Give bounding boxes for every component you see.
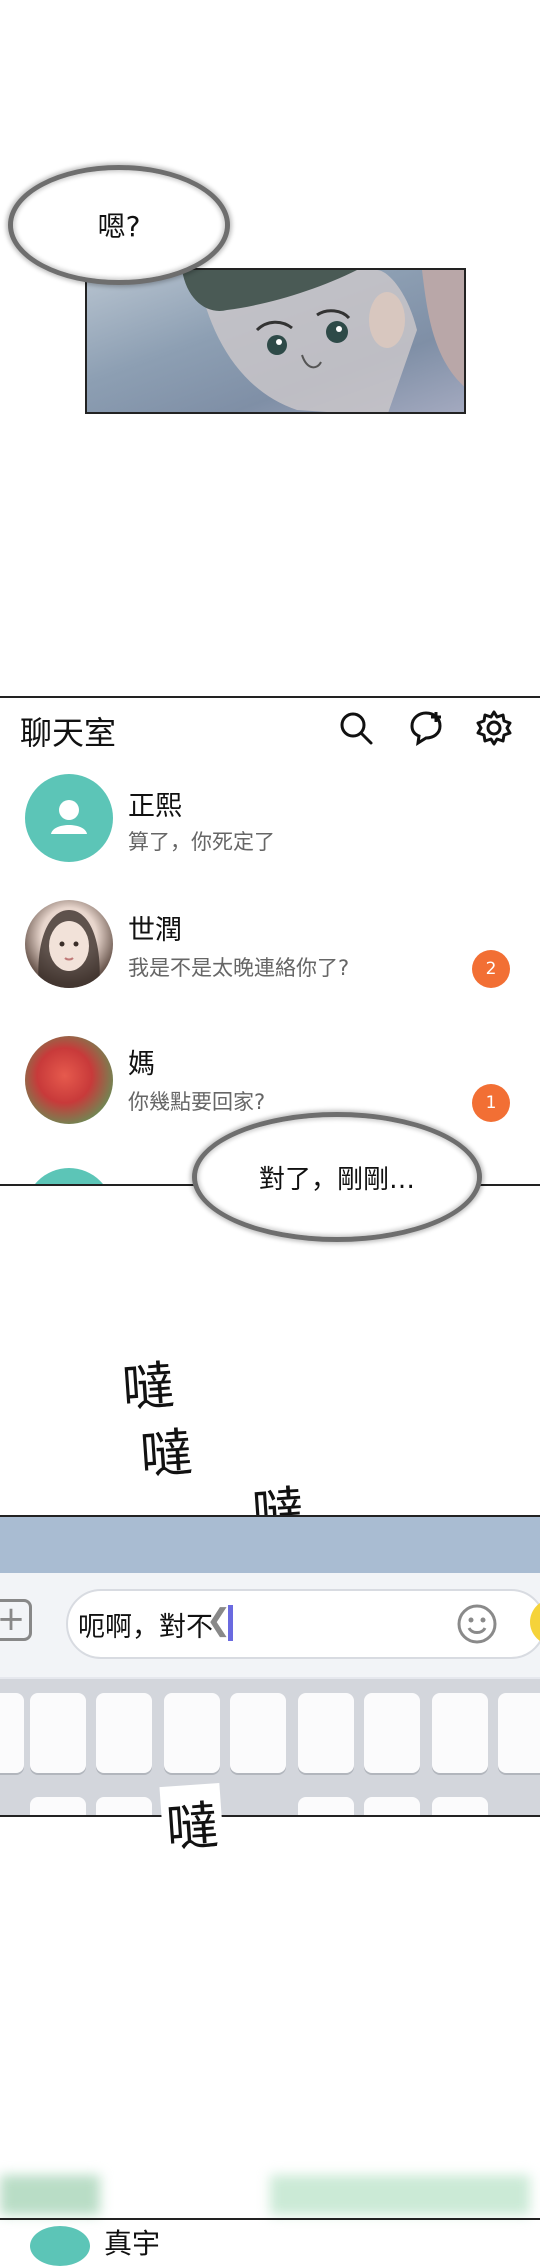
unread-badge: 1: [472, 1084, 510, 1122]
speech-bubble-by-the-way: 對了，剛剛…: [192, 1112, 482, 1242]
keyboard-panel: + 呃啊，對不 ❮: [0, 1515, 540, 1817]
speech-text: 嗯?: [97, 210, 141, 243]
last-message: 我是不是太晚連絡你了?: [128, 956, 350, 980]
contact-name: 正熙: [128, 791, 182, 822]
last-message: 算了，你死定了: [128, 830, 275, 854]
text-caret: [228, 1605, 233, 1641]
chat-row[interactable]: 世潤 我是不是太晚連絡你了? 2: [0, 900, 540, 1020]
keyboard-key[interactable]: [432, 1693, 488, 1773]
gear-icon[interactable]: [474, 708, 514, 748]
chat-background-band: [0, 1517, 540, 1573]
contact-name: 世潤: [128, 915, 182, 946]
panel-border: [0, 2218, 540, 2220]
keyboard-key[interactable]: [364, 1797, 420, 1815]
message-input-text: 呃啊，對不: [78, 1612, 213, 1643]
avatar-photo: [25, 900, 113, 988]
keyboard-key[interactable]: [432, 1797, 488, 1815]
keyboard-key[interactable]: [96, 1693, 152, 1773]
sfx-tap: 噠: [120, 1356, 177, 1420]
face-panel: [85, 268, 466, 414]
sfx-tap: 噠: [138, 1423, 195, 1487]
person-icon: [51, 800, 87, 834]
partial-contact-name: 真宇: [104, 2227, 161, 2260]
avatar-default: [30, 2226, 90, 2266]
new-chat-icon[interactable]: [406, 708, 446, 748]
last-message: 你幾點要回家?: [128, 1090, 266, 1114]
keyboard-key[interactable]: [230, 1693, 286, 1773]
chat-row[interactable]: 正熙 算了，你死定了: [0, 774, 540, 894]
contact-name: 媽: [128, 1049, 155, 1080]
sfx-tap: 噠: [159, 1782, 225, 1863]
keyboard-key[interactable]: [30, 1693, 86, 1773]
unread-badge: 2: [472, 950, 510, 988]
chat-list-panel: 聊天室 正熙 算了，你死定了 世潤 我是不是太晚連絡你了? 2 媽 你幾點要回家…: [0, 696, 540, 1186]
blurred-decoration: [0, 2175, 100, 2215]
keyboard-keys: [0, 1679, 540, 1815]
speech-text: 對了，剛剛…: [258, 1164, 415, 1195]
avatar-default: [25, 774, 113, 862]
keyboard-key[interactable]: [298, 1797, 354, 1815]
avatar-photo: [25, 1036, 113, 1124]
emoji-icon[interactable]: [456, 1603, 498, 1645]
page-title: 聊天室: [20, 714, 117, 752]
keyboard-key[interactable]: [498, 1693, 540, 1773]
face-illustration: [182, 270, 464, 412]
portrait-illustration: [38, 910, 100, 988]
search-icon[interactable]: [336, 708, 376, 748]
avatar-default: [25, 1168, 113, 1184]
plus-icon[interactable]: +: [0, 1599, 32, 1641]
keyboard-key[interactable]: [96, 1797, 152, 1815]
speech-bubble-hm: 嗯?: [8, 165, 230, 285]
keyboard-key[interactable]: [298, 1693, 354, 1773]
keyboard-key[interactable]: [0, 1693, 24, 1773]
blurred-decoration: [270, 2175, 530, 2215]
keyboard-key[interactable]: [364, 1693, 420, 1773]
keyboard-key[interactable]: [164, 1693, 220, 1773]
keyboard-key[interactable]: [30, 1797, 86, 1815]
